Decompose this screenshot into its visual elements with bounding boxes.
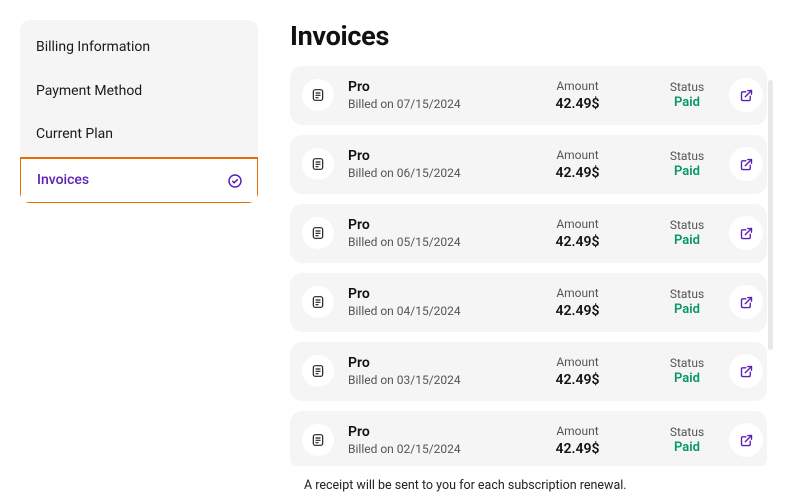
status-label: Status [657, 286, 717, 303]
invoice-amount-col: Amount 42.49$ [502, 285, 653, 320]
amount-label: Amount [502, 354, 653, 371]
external-link-icon [739, 157, 754, 172]
invoice-row: Pro Billed on 04/15/2024 Amount 42.49$ S… [290, 273, 767, 332]
external-link-icon [739, 433, 754, 448]
open-invoice-button[interactable] [729, 78, 763, 112]
open-invoice-button[interactable] [729, 147, 763, 181]
external-link-icon [739, 364, 754, 379]
sidebar-item-label: Payment Method [36, 82, 142, 102]
invoice-plan-name: Pro [348, 216, 498, 234]
invoice-amount-col: Amount 42.49$ [502, 423, 653, 458]
invoice-status: Paid [657, 95, 717, 112]
invoice-icon-wrap [302, 217, 334, 249]
invoices-panel: Invoices Pro Billed on 07/15/2024 Amount… [290, 20, 785, 493]
invoice-status-col: Status Paid [657, 355, 717, 389]
invoice-billed-on: Billed on 03/15/2024 [348, 372, 498, 389]
footer-note: A receipt will be sent to you for each s… [304, 478, 775, 493]
invoice-status: Paid [657, 302, 717, 319]
invoice-amount-col: Amount 42.49$ [502, 78, 653, 113]
amount-label: Amount [502, 78, 653, 95]
invoice-row: Pro Billed on 02/15/2024 Amount 42.49$ S… [290, 411, 767, 466]
open-invoice-button[interactable] [729, 423, 763, 457]
external-link-icon [739, 295, 754, 310]
external-link-icon [739, 226, 754, 241]
invoice-amount-col: Amount 42.49$ [502, 147, 653, 182]
sidebar-item-invoices[interactable]: Invoices [20, 157, 258, 204]
invoice-status: Paid [657, 233, 717, 250]
invoice-icon-wrap [302, 79, 334, 111]
document-icon [310, 294, 326, 310]
invoice-amount-col: Amount 42.49$ [502, 216, 653, 251]
status-label: Status [657, 79, 717, 96]
invoice-icon-wrap [302, 148, 334, 180]
check-circle-icon [227, 173, 243, 189]
invoice-row: Pro Billed on 07/15/2024 Amount 42.49$ S… [290, 66, 767, 125]
invoice-icon-wrap [302, 424, 334, 456]
invoice-plan-name: Pro [348, 354, 498, 372]
status-label: Status [657, 355, 717, 372]
amount-label: Amount [502, 423, 653, 440]
status-label: Status [657, 424, 717, 441]
invoice-plan-name: Pro [348, 423, 498, 441]
invoice-plan-col: Pro Billed on 02/15/2024 [348, 423, 498, 458]
invoice-status: Paid [657, 371, 717, 388]
invoice-amount: 42.49$ [502, 233, 653, 251]
amount-label: Amount [502, 216, 653, 233]
sidebar-item-label: Current Plan [36, 125, 113, 145]
invoice-row: Pro Billed on 05/15/2024 Amount 42.49$ S… [290, 204, 767, 263]
external-link-icon [739, 88, 754, 103]
invoice-status-col: Status Paid [657, 217, 717, 251]
document-icon [310, 225, 326, 241]
invoice-status-col: Status Paid [657, 148, 717, 182]
invoice-billed-on: Billed on 07/15/2024 [348, 96, 498, 113]
invoice-row: Pro Billed on 06/15/2024 Amount 42.49$ S… [290, 135, 767, 194]
invoice-amount: 42.49$ [502, 371, 653, 389]
invoice-plan-name: Pro [348, 78, 498, 96]
sidebar-item-label: Billing Information [36, 38, 150, 58]
invoice-amount: 42.49$ [502, 302, 653, 320]
document-icon [310, 156, 326, 172]
invoice-plan-name: Pro [348, 147, 498, 165]
invoice-list: Pro Billed on 07/15/2024 Amount 42.49$ S… [290, 66, 775, 466]
invoice-status-col: Status Paid [657, 286, 717, 320]
invoice-status-col: Status Paid [657, 424, 717, 458]
sidebar-item-label: Invoices [37, 171, 89, 191]
sidebar-item-payment-method[interactable]: Payment Method [20, 70, 258, 114]
invoice-status-col: Status Paid [657, 79, 717, 113]
invoice-plan-col: Pro Billed on 04/15/2024 [348, 285, 498, 320]
document-icon [310, 432, 326, 448]
invoice-plan-col: Pro Billed on 07/15/2024 [348, 78, 498, 113]
status-label: Status [657, 217, 717, 234]
amount-label: Amount [502, 147, 653, 164]
invoice-status: Paid [657, 440, 717, 457]
status-label: Status [657, 148, 717, 165]
invoice-amount: 42.49$ [502, 440, 653, 458]
document-icon [310, 87, 326, 103]
open-invoice-button[interactable] [729, 216, 763, 250]
amount-label: Amount [502, 285, 653, 302]
sidebar-item-billing-information[interactable]: Billing Information [20, 26, 258, 70]
open-invoice-button[interactable] [729, 354, 763, 388]
invoice-plan-col: Pro Billed on 03/15/2024 [348, 354, 498, 389]
scrollbar[interactable] [768, 80, 773, 350]
invoice-icon-wrap [302, 355, 334, 387]
open-invoice-button[interactable] [729, 285, 763, 319]
invoice-plan-col: Pro Billed on 06/15/2024 [348, 147, 498, 182]
invoice-billed-on: Billed on 05/15/2024 [348, 234, 498, 251]
document-icon [310, 363, 326, 379]
invoice-icon-wrap [302, 286, 334, 318]
page-title: Invoices [290, 20, 775, 52]
sidebar-item-current-plan[interactable]: Current Plan [20, 113, 258, 157]
invoice-billed-on: Billed on 02/15/2024 [348, 441, 498, 458]
invoice-amount: 42.49$ [502, 164, 653, 182]
invoice-status: Paid [657, 164, 717, 181]
invoice-billed-on: Billed on 06/15/2024 [348, 165, 498, 182]
invoice-amount: 42.49$ [502, 95, 653, 113]
invoice-plan-col: Pro Billed on 05/15/2024 [348, 216, 498, 251]
invoice-billed-on: Billed on 04/15/2024 [348, 303, 498, 320]
invoice-plan-name: Pro [348, 285, 498, 303]
invoice-amount-col: Amount 42.49$ [502, 354, 653, 389]
billing-sidebar: Billing Information Payment Method Curre… [20, 20, 258, 203]
invoice-row: Pro Billed on 03/15/2024 Amount 42.49$ S… [290, 342, 767, 401]
